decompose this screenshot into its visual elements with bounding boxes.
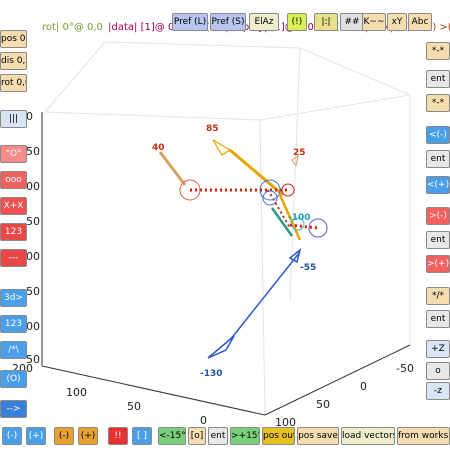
z-tick: 50 <box>26 285 40 298</box>
z-down-button[interactable]: -z <box>426 382 450 400</box>
label-minus-55: -55 <box>300 263 316 273</box>
zoom-out-blue-button[interactable]: (-) <box>2 427 22 445</box>
k-button[interactable]: K~~ <box>362 13 386 31</box>
y-tick: 0 <box>360 380 367 393</box>
label-minus-100: -100 <box>288 213 311 223</box>
z-tick: 00 <box>26 320 40 333</box>
z-tick: 0 <box>26 110 33 123</box>
scale-button[interactable]: */* <box>426 287 450 305</box>
arrowhead-blue-long <box>207 335 235 359</box>
box-back-top <box>104 41 411 96</box>
numbers-red-button[interactable]: 123 <box>0 223 27 241</box>
vectors <box>158 139 328 359</box>
vector-blue-long <box>229 251 301 341</box>
pref-large-button[interactable]: Pref (L) <box>172 13 208 31</box>
z-up-button[interactable]: +Z <box>426 340 450 358</box>
enter-bottom-bar-button[interactable]: ent <box>208 427 228 445</box>
x-tick: 100 <box>66 386 87 399</box>
from-workspace-button[interactable]: from workspace <box>397 427 450 445</box>
dashes-button[interactable]: --- <box>0 249 27 267</box>
left-plus-button[interactable]: <(+) <box>426 176 450 194</box>
plot-area[interactable]: 0 50 00 50 00 50 00 50 200 100 50 0 -50 … <box>0 0 450 450</box>
pref-small-button[interactable]: Pref (S) <box>210 13 246 31</box>
reset-red-button[interactable]: !! <box>108 427 128 445</box>
arrowhead-orange-b <box>212 139 232 156</box>
load-vectors-button[interactable]: load vectors <box>341 427 395 445</box>
elaz-button[interactable]: ElAz <box>249 13 279 31</box>
z-tick: 00 <box>26 180 40 193</box>
label-minus-130: -130 <box>200 369 223 379</box>
box-back-left <box>44 41 106 113</box>
marker-mid-button[interactable]: *-* <box>426 94 450 112</box>
pos-save-button[interactable]: pos save <box>297 427 339 445</box>
zoom-out-orange-button[interactable]: (-) <box>54 427 74 445</box>
y-tick: -50 <box>396 362 414 375</box>
axes-lines <box>41 112 411 416</box>
marker-top-button[interactable]: *-* <box>426 42 450 60</box>
label-85: 85 <box>206 124 219 134</box>
z-reset-button[interactable]: o <box>426 362 450 380</box>
y-tick: 50 <box>316 398 330 411</box>
peak-button[interactable]: /*\ <box>0 341 27 359</box>
x-tick-labels: 100 50 0 <box>66 386 207 427</box>
z-tick: 00 <box>26 250 40 263</box>
numbers-blue-button[interactable]: 123 <box>0 315 27 333</box>
bars-button[interactable]: ||| <box>0 110 27 128</box>
z-tick: 50 <box>26 145 40 158</box>
arrow-button[interactable]: --> <box>0 400 27 418</box>
pos-button[interactable]: pos 0,0 <box>0 30 27 48</box>
zoom-in-blue-button[interactable]: (+) <box>26 427 46 445</box>
enter-red-button[interactable]: ent <box>426 231 450 249</box>
xy-button[interactable]: xY <box>387 13 407 31</box>
vector-orange-b <box>229 148 284 197</box>
dis-button[interactable]: dis 0,0 <box>0 52 27 70</box>
split-button[interactable]: |:| <box>314 13 338 31</box>
pos-out-button[interactable]: pos out <box>262 427 295 445</box>
three-d-button[interactable]: 3d> <box>0 289 27 307</box>
ooo-button[interactable]: ooo <box>0 171 27 189</box>
label-25: 25 <box>293 148 306 158</box>
rotate-plus-15-button[interactable]: >+15°> <box>230 427 260 445</box>
x-plus-x-button[interactable]: X+X <box>0 197 27 215</box>
rot-button[interactable]: rot 0,0 <box>0 74 27 92</box>
right-minus-button[interactable]: >(-) <box>426 207 450 225</box>
x-tick: 0 <box>200 414 207 427</box>
endpoint-circle-red <box>281 183 295 197</box>
axes-box <box>44 41 411 416</box>
zoom-in-orange-button[interactable]: (+) <box>78 427 98 445</box>
box-front-vertical <box>259 119 266 416</box>
rotate-minus-15-button[interactable]: <-15°< <box>158 427 186 445</box>
bracket-button[interactable]: [ ] <box>132 427 152 445</box>
y-axis-line <box>264 344 411 416</box>
endpoint-circle-blue-b <box>262 190 278 206</box>
dots-circle-button[interactable]: °O° <box>0 145 27 163</box>
vector-orange-a <box>158 151 187 186</box>
enter-blue-button[interactable]: ent <box>426 150 450 168</box>
box-front-top <box>44 94 411 121</box>
z-tick: 50 <box>26 215 40 228</box>
right-plus-button[interactable]: >(+) <box>426 255 450 273</box>
alert-button[interactable]: (!) <box>287 13 307 31</box>
circle-button[interactable]: (O) <box>0 370 27 388</box>
x-tick: 50 <box>127 400 141 413</box>
y-tick-labels: -50 0 50 100 <box>275 362 414 429</box>
abc-button[interactable]: Abc <box>408 13 432 31</box>
grid-button[interactable]: ## <box>340 13 364 31</box>
label-40: 40 <box>152 143 165 153</box>
left-minus-button[interactable]: <(-) <box>426 126 450 144</box>
enter-bottom-button[interactable]: ent <box>426 310 450 328</box>
reset-view-button[interactable]: [o] <box>188 427 206 445</box>
enter-top-button[interactable]: ent <box>426 70 450 88</box>
